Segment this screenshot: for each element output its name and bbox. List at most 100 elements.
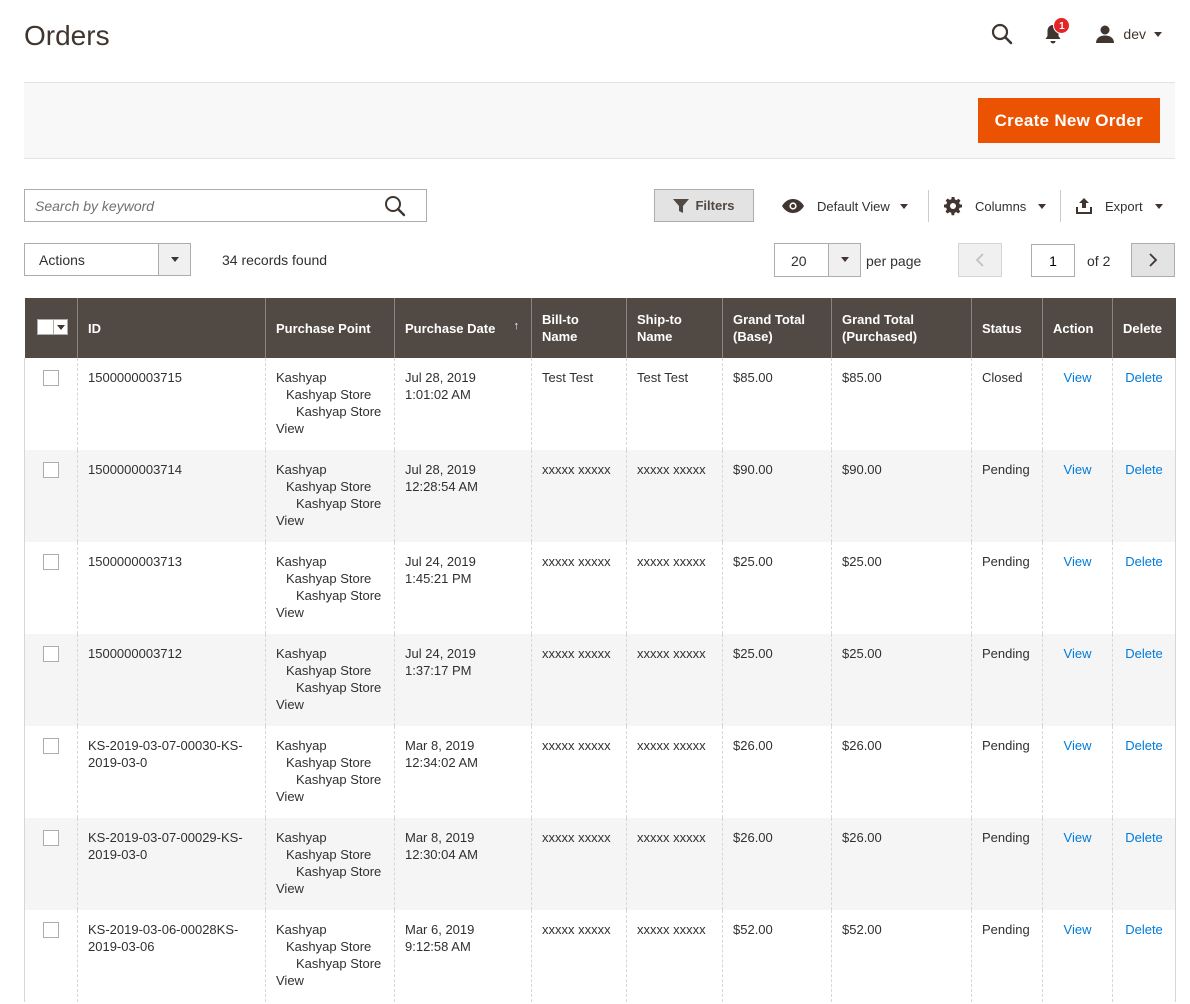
row-checkbox[interactable] xyxy=(43,738,59,754)
table-row[interactable]: 1500000003715 Kashyap Kashyap Store Kash… xyxy=(24,358,1176,450)
chevron-down-icon xyxy=(158,244,190,275)
delete-order-link[interactable]: Delete xyxy=(1125,370,1163,385)
page-number-input[interactable] xyxy=(1031,244,1075,277)
export-dropdown[interactable]: Export xyxy=(1075,193,1163,219)
global-search-icon[interactable] xyxy=(991,23,1013,45)
table-row[interactable]: KS-2019-03-07-00030-KS-2019-03-0 Kashyap… xyxy=(24,726,1176,818)
grand-total-base: $25.00 xyxy=(722,634,832,726)
table-row[interactable]: 1500000003713 Kashyap Kashyap Store Kash… xyxy=(24,542,1176,634)
row-checkbox[interactable] xyxy=(43,462,59,478)
ship-to-name: xxxxx xxxxx xyxy=(626,726,723,818)
purchase-point: Kashyap Kashyap Store Kashyap Store View xyxy=(265,818,395,910)
default-view-label: Default View xyxy=(817,198,890,214)
column-header-bill-to[interactable]: Bill-to Name xyxy=(531,298,627,358)
column-header-purchase-point[interactable]: Purchase Point xyxy=(265,298,395,358)
create-new-order-button[interactable]: Create New Order xyxy=(977,98,1160,143)
view-order-link[interactable]: View xyxy=(1064,462,1092,477)
export-label: Export xyxy=(1105,198,1143,214)
table-row[interactable]: KS-2019-03-06-00028KS-2019-03-06 Kashyap… xyxy=(24,910,1176,1002)
previous-page-button[interactable] xyxy=(958,243,1002,277)
filters-button[interactable]: Filters xyxy=(654,189,754,222)
column-header-ship-to[interactable]: Ship-to Name xyxy=(626,298,723,358)
purchase-date-time: 1:45:21 PM xyxy=(405,571,472,586)
sort-ascending-icon: ↑ xyxy=(513,320,520,332)
purchase-point-view: View xyxy=(276,881,304,896)
column-header-purchase-date[interactable]: Purchase Date ↑ xyxy=(394,298,532,358)
order-status: Pending xyxy=(971,818,1043,910)
grand-total-base: $26.00 xyxy=(722,818,832,910)
purchase-point: Kashyap Kashyap Store Kashyap Store View xyxy=(265,542,395,634)
row-checkbox[interactable] xyxy=(43,370,59,386)
filters-label: Filters xyxy=(695,198,735,213)
bill-to-name: Test Test xyxy=(531,358,627,450)
column-header-grand-total-base[interactable]: Grand Total (Base) xyxy=(722,298,832,358)
action-cell: View xyxy=(1042,726,1113,818)
per-page-select[interactable]: 20 xyxy=(774,243,861,277)
purchase-point-view: View xyxy=(276,697,304,712)
grand-total-purchased: $90.00 xyxy=(831,450,972,542)
row-checkbox[interactable] xyxy=(43,830,59,846)
mass-select-checkbox[interactable] xyxy=(36,319,68,335)
purchase-date: Mar 6, 2019 9:12:58 AM xyxy=(394,910,532,1002)
order-id: 1500000003713 xyxy=(77,542,266,634)
delete-order-link[interactable]: Delete xyxy=(1125,646,1163,661)
purchase-date: Jul 28, 2019 12:28:54 AM xyxy=(394,450,532,542)
column-header-grand-total-purchased[interactable]: Grand Total (Purchased) xyxy=(831,298,972,358)
delete-order-link[interactable]: Delete xyxy=(1125,554,1163,569)
order-id: 1500000003714 xyxy=(77,450,266,542)
purchase-point-website: Kashyap xyxy=(276,370,327,385)
chevron-down-icon xyxy=(1154,203,1163,209)
row-checkbox[interactable] xyxy=(43,922,59,938)
notifications-bell-icon[interactable]: 1 xyxy=(1043,17,1071,45)
view-order-link[interactable]: View xyxy=(1064,922,1092,937)
user-icon xyxy=(1096,25,1115,43)
purchase-point-store: Kashyap Store xyxy=(286,387,372,402)
purchase-point-store: Kashyap Store xyxy=(286,939,372,954)
table-row[interactable]: KS-2019-03-07-00029-KS-2019-03-0 Kashyap… xyxy=(24,818,1176,910)
bill-to-name: xxxxx xxxxx xyxy=(531,450,627,542)
column-header-status[interactable]: Status xyxy=(971,298,1043,358)
order-status: Closed xyxy=(971,358,1043,450)
view-order-link[interactable]: View xyxy=(1064,554,1092,569)
view-order-link[interactable]: View xyxy=(1064,646,1092,661)
delete-order-link[interactable]: Delete xyxy=(1125,922,1163,937)
purchase-point-store-group: Kashyap Store xyxy=(296,588,382,603)
search-icon[interactable] xyxy=(384,195,406,217)
default-view-dropdown[interactable]: Default View xyxy=(781,193,908,219)
delete-cell: Delete xyxy=(1112,358,1176,450)
table-row[interactable]: 1500000003712 Kashyap Kashyap Store Kash… xyxy=(24,634,1176,726)
purchase-date: Jul 24, 2019 1:45:21 PM xyxy=(394,542,532,634)
search-input[interactable] xyxy=(25,190,365,221)
eye-icon xyxy=(782,199,804,213)
row-checkbox[interactable] xyxy=(43,646,59,662)
delete-cell: Delete xyxy=(1112,726,1176,818)
column-header-id[interactable]: ID xyxy=(77,298,266,358)
delete-order-link[interactable]: Delete xyxy=(1125,462,1163,477)
grand-total-base: $52.00 xyxy=(722,910,832,1002)
purchase-date: Mar 8, 2019 12:34:02 AM xyxy=(394,726,532,818)
action-cell: View xyxy=(1042,818,1113,910)
user-menu[interactable]: dev xyxy=(1095,24,1162,44)
grand-total-purchased: $85.00 xyxy=(831,358,972,450)
columns-dropdown[interactable]: Columns xyxy=(943,193,1047,219)
view-order-link[interactable]: View xyxy=(1064,738,1092,753)
delete-cell: Delete xyxy=(1112,542,1176,634)
view-order-link[interactable]: View xyxy=(1064,830,1092,845)
per-page-value: 20 xyxy=(791,253,807,269)
row-checkbox[interactable] xyxy=(43,554,59,570)
page-actions-bar: Create New Order xyxy=(24,82,1175,159)
chevron-down-icon xyxy=(1154,31,1162,37)
delete-order-link[interactable]: Delete xyxy=(1125,830,1163,845)
order-id: KS-2019-03-07-00030-KS-2019-03-0 xyxy=(77,726,266,818)
purchase-point-website: Kashyap xyxy=(276,646,327,661)
next-page-button[interactable] xyxy=(1131,243,1175,277)
chevron-down-icon xyxy=(899,203,908,209)
delete-order-link[interactable]: Delete xyxy=(1125,738,1163,753)
per-page-label: per page xyxy=(866,253,922,269)
purchase-point-view: View xyxy=(276,789,304,804)
purchase-date: Jul 28, 2019 1:01:02 AM xyxy=(394,358,532,450)
ship-to-name: xxxxx xxxxx xyxy=(626,910,723,1002)
view-order-link[interactable]: View xyxy=(1064,370,1092,385)
mass-actions-select[interactable]: Actions xyxy=(24,243,191,276)
table-row[interactable]: 1500000003714 Kashyap Kashyap Store Kash… xyxy=(24,450,1176,542)
